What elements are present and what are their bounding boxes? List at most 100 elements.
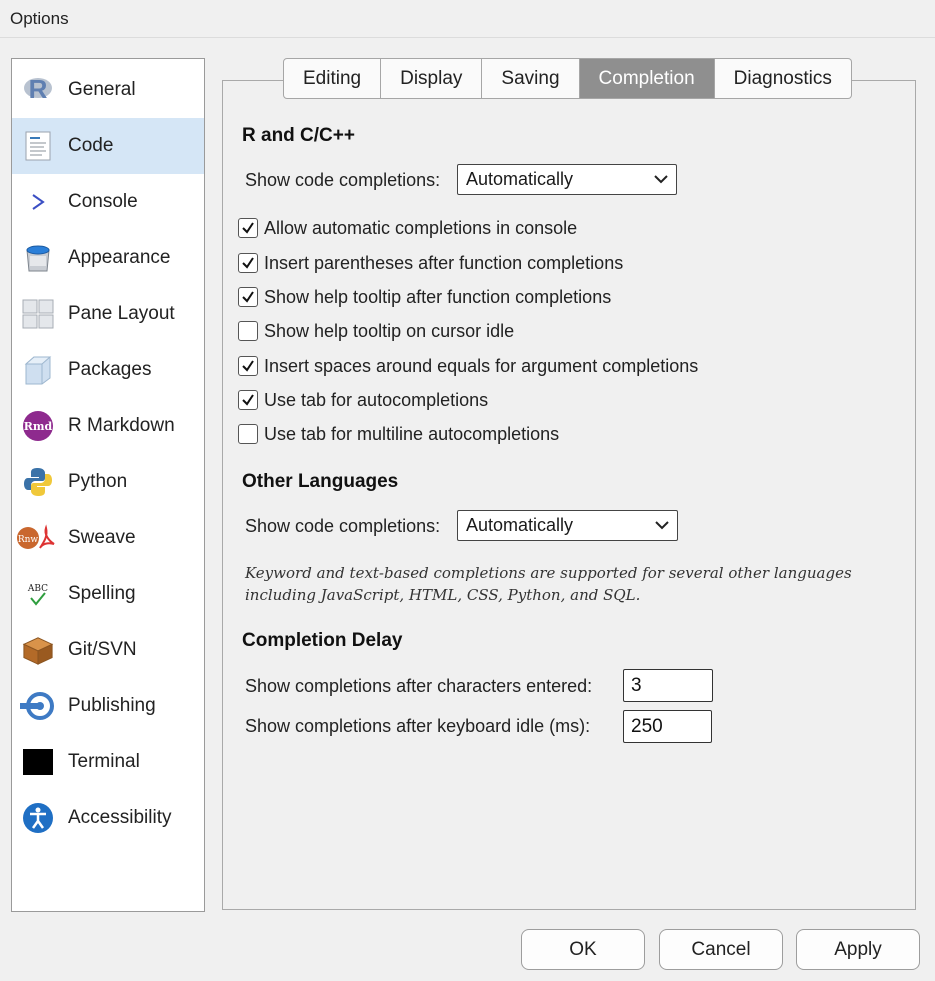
tab-editing[interactable]: Editing <box>283 58 382 99</box>
sidebar-item-label: Sweave <box>68 527 136 548</box>
keyboard-idle-label: Show completions after keyboard idle (ms… <box>245 716 591 736</box>
r-completions-select[interactable]: Automatically <box>457 164 677 195</box>
cancel-button[interactable]: Cancel <box>659 929 783 970</box>
sidebar-item-spelling[interactable]: ABC Spelling <box>12 566 204 622</box>
checkbox-label: Show help tooltip after function complet… <box>264 286 612 307</box>
checkbox-tab-autocompletions[interactable]: Use tab for autocompletions <box>238 388 488 412</box>
completion-panel <box>222 80 916 910</box>
sidebar-item-label: Accessibility <box>68 807 172 828</box>
apply-button[interactable]: Apply <box>796 929 920 970</box>
checkbox[interactable] <box>238 321 258 341</box>
sweave-icon: Rnw <box>16 522 60 554</box>
accessibility-icon <box>22 802 54 834</box>
paint-bucket-icon <box>22 242 54 274</box>
r-completions-value: Automatically <box>466 169 574 189</box>
checkmark-icon <box>242 257 254 269</box>
sidebar-item-label: Spelling <box>68 583 136 604</box>
tab-bar: Editing Display Saving Completion Diagno… <box>283 58 852 99</box>
r-logo-icon: R <box>22 74 54 106</box>
chevron-down-icon <box>655 521 669 530</box>
checkbox-help-tooltip-idle[interactable]: Show help tooltip on cursor idle <box>238 319 514 343</box>
sidebar-item-label: Appearance <box>68 247 171 268</box>
checkbox[interactable] <box>238 253 258 273</box>
keyboard-idle-input[interactable] <box>623 710 712 743</box>
tab-completion[interactable]: Completion <box>579 58 715 99</box>
section-title-r: R and C/C++ <box>242 125 355 146</box>
checkbox[interactable] <box>238 356 258 376</box>
checkbox-label: Use tab for multiline autocompletions <box>264 423 560 444</box>
sidebar-item-code[interactable]: Code <box>12 118 204 174</box>
sidebar-item-sweave[interactable]: Rnw Sweave <box>12 510 204 566</box>
sidebar-item-label: Code <box>68 135 114 156</box>
checkbox-help-tooltip-function[interactable]: Show help tooltip after function complet… <box>238 285 611 309</box>
terminal-icon <box>22 746 54 778</box>
publishing-icon <box>18 690 58 722</box>
svg-text:Rnw: Rnw <box>18 535 39 545</box>
chars-entered-input[interactable] <box>623 669 713 702</box>
sidebar-item-terminal[interactable]: Terminal <box>12 734 204 790</box>
checkmark-icon <box>242 222 254 234</box>
tab-saving[interactable]: Saving <box>482 58 580 99</box>
ok-button[interactable]: OK <box>521 929 645 970</box>
sidebar-item-console[interactable]: Console <box>12 174 204 230</box>
other-completions-select[interactable]: Automatically <box>457 510 678 541</box>
checkbox-label: Insert parentheses after function comple… <box>264 252 624 273</box>
package-box-icon <box>22 354 54 386</box>
checkmark-icon <box>242 291 254 303</box>
r-completions-label: Show code completions: <box>245 170 441 190</box>
chevron-down-icon <box>654 175 668 184</box>
sidebar-item-publishing[interactable]: Publishing <box>12 678 204 734</box>
checkmark-icon <box>242 394 254 406</box>
svg-text:Rmd: Rmd <box>24 420 53 433</box>
sidebar-item-accessibility[interactable]: Accessibility <box>12 790 204 846</box>
spelling-check-icon: ABC <box>22 578 54 610</box>
rmd-icon: Rmd <box>22 410 54 442</box>
checkbox-insert-parentheses[interactable]: Insert parentheses after function comple… <box>238 251 623 275</box>
checkbox[interactable] <box>238 424 258 444</box>
sidebar-item-r-markdown[interactable]: Rmd R Markdown <box>12 398 204 454</box>
sidebar-item-general[interactable]: R General <box>12 62 204 118</box>
other-completions-label: Show code completions: <box>245 516 441 536</box>
checkbox-label: Insert spaces around equals for argument… <box>264 355 699 376</box>
sidebar-item-label: Publishing <box>68 695 156 716</box>
sidebar-item-label: Packages <box>68 359 152 380</box>
other-languages-note: Keyword and text-based completions are s… <box>245 564 852 604</box>
svg-text:R: R <box>29 74 48 104</box>
window-title: Options <box>0 0 935 38</box>
sidebar-item-python[interactable]: Python <box>12 454 204 510</box>
console-prompt-icon <box>22 186 54 218</box>
checkbox-tab-multiline[interactable]: Use tab for multiline autocompletions <box>238 422 559 446</box>
git-box-icon <box>22 634 54 666</box>
checkbox-spaces-around-equals[interactable]: Insert spaces around equals for argument… <box>238 354 698 378</box>
sidebar-item-label: Console <box>68 191 138 212</box>
sidebar-item-label: General <box>68 79 136 100</box>
svg-text:ABC: ABC <box>27 584 48 594</box>
options-sidebar: R General Code Console Appearance Pane L… <box>11 58 205 912</box>
checkbox-label: Allow automatic completions in console <box>264 217 578 238</box>
checkbox[interactable] <box>238 218 258 238</box>
sidebar-item-appearance[interactable]: Appearance <box>12 230 204 286</box>
sidebar-item-git-svn[interactable]: Git/SVN <box>12 622 204 678</box>
sidebar-item-packages[interactable]: Packages <box>12 342 204 398</box>
python-icon <box>22 466 54 498</box>
checkbox[interactable] <box>238 287 258 307</box>
checkbox[interactable] <box>238 390 258 410</box>
sidebar-item-pane-layout[interactable]: Pane Layout <box>12 286 204 342</box>
sidebar-item-label: R Markdown <box>68 415 175 436</box>
checkbox-label: Show help tooltip on cursor idle <box>264 320 515 341</box>
checkbox-label: Use tab for autocompletions <box>264 389 489 410</box>
tab-diagnostics[interactable]: Diagnostics <box>714 58 852 99</box>
chars-entered-label: Show completions after characters entere… <box>245 676 593 696</box>
section-title-delay: Completion Delay <box>242 630 403 651</box>
sidebar-item-label: Terminal <box>68 751 140 772</box>
checkbox-auto-completions-console[interactable]: Allow automatic completions in console <box>238 216 577 240</box>
section-title-other: Other Languages <box>242 471 399 492</box>
sidebar-item-label: Git/SVN <box>68 639 137 660</box>
tab-display[interactable]: Display <box>381 58 483 99</box>
sidebar-item-label: Pane Layout <box>68 303 175 324</box>
code-document-icon <box>22 130 54 162</box>
checkmark-icon <box>242 360 254 372</box>
sidebar-item-label: Python <box>68 471 128 492</box>
pane-grid-icon <box>22 298 54 330</box>
other-completions-value: Automatically <box>466 515 574 535</box>
